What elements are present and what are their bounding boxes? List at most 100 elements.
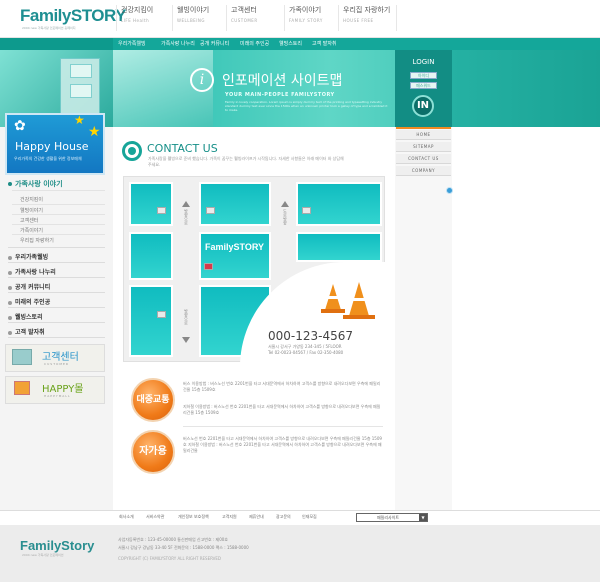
family-site-label: 패밀리사이트 [377,515,400,520]
gnav-label: 건강지킴이 [121,6,154,14]
gnav-label: 고객센터 [231,6,257,14]
gnav-sublabel: LIFE Health [121,18,150,23]
sidebar-subitem[interactable]: 건강지킴이 [20,196,43,203]
sidebar-section-title[interactable]: 가족사랑 이야기 [8,179,63,189]
happy-mall-title: HAPPY몰 [42,384,84,395]
car-marker [206,207,215,214]
gnav-label: 가족이야기 [289,6,322,14]
gnav-item-house[interactable]: 우리집 자랑하기 HOUSE FREE [338,5,398,31]
sidebar-item-label: 웰빙스토리 [15,314,43,321]
sidebar-subitem[interactable]: 가족이야기 [20,227,43,234]
subnav-item-future[interactable]: 미래의 주인공 [240,40,269,47]
building-window [70,64,92,78]
customer-center-subtitle: CUSTOMER [44,362,69,366]
subnav-item-story[interactable]: 웰빙스토리 [279,40,302,47]
family-site-select[interactable]: 패밀리사이트 ▼ [356,513,428,522]
bus-directions: 버스 이용방법 : 버스노선 번호 2201번을 타고 서대문역에서 하차하여 … [183,381,381,392]
subnav-item-footprint[interactable]: 고객 발자취 [312,40,337,47]
contact-phone: 000-123-4567 [268,329,354,343]
map-block [129,182,173,226]
scroll-top-icon[interactable] [446,187,453,194]
sidebar-subitem[interactable]: 우리집 자랑하기 [20,237,54,244]
quick-sitemap-button[interactable]: SITEMAP [396,142,451,152]
quick-menu [395,127,452,510]
sidebar-item-story[interactable]: 웰빙스토리 [8,312,43,321]
subnav-item-love[interactable]: 가족사랑 나누리 [161,40,195,47]
map-building-label: FamilySTORY [205,242,265,252]
sidebar-subitem[interactable]: 웰빙이야기 [20,207,43,214]
divider [8,247,105,248]
arrow-up-icon [182,201,190,207]
bullet-icon [8,182,12,186]
map-block [129,285,173,357]
quick-menu-accent [396,127,451,129]
sidebar-item-label: 고객 발자취 [15,329,45,336]
footer-link[interactable]: 제휴안내 [249,514,264,520]
section-title-text: 가족사랑 이야기 [15,180,63,188]
footer-link[interactable]: 개인정보 보호정책 [178,514,209,520]
divider [8,262,105,263]
target-icon-center [128,147,136,155]
map-block [296,232,382,262]
contact-tel-fax: Tel 02-0023-04567 / Fax 02-350-4080 [268,350,344,355]
footer-link[interactable]: 회사소개 [119,514,134,520]
footer-address: 서울시 강남구 강남동 33-40 5F 전화문의 : 1588-0000 팩스… [118,545,249,550]
banner-title: 인포메이션 사이트맵 [222,73,343,89]
sidebar-item-footprint[interactable]: 고객 발자취 [8,327,45,336]
footer-link[interactable]: 서비스약관 [146,514,164,520]
divider [8,292,105,293]
gnav-item-health[interactable]: 건강지킴이 LIFE Health [116,5,153,31]
sidebar-subitem[interactable]: 고객센터 [20,217,38,224]
footer-link[interactable]: 인재모집 [302,514,317,520]
sidebar-item-label: 공개 커뮤니티 [15,284,51,291]
bullet-icon [8,270,12,275]
happy-house-title: Happy House [15,140,89,153]
right-blank-area [452,127,600,510]
subnav-item-community[interactable]: 공개 커뮤니티 [200,40,229,47]
login-button[interactable]: IN [412,95,434,117]
arrow-up-icon [281,201,289,207]
divider [183,426,383,427]
road-label: 방향으로 [184,309,189,325]
login-password-field[interactable]: 패스워드 [410,82,437,89]
gnav-sublabel: HOUSE FREE [343,18,374,23]
quick-company-button[interactable]: COMPANY [396,166,451,176]
gnav-item-customer[interactable]: 고객센터 CUSTOMER [226,5,258,31]
sidebar-item-community[interactable]: 공개 커뮤니티 [8,282,50,291]
road-label: 도로방향 [283,209,288,225]
cone-base [343,315,375,319]
footer-copyright: COPYRIGHT (C) FAMILYSTORY ALL RIGHT RESE… [118,556,222,561]
contact-title: CONTACT US [147,142,218,155]
sidebar-item-wellbeing[interactable]: 우리가족웰빙 [8,252,48,261]
happy-house-subtitle: 우리가족의 건강한 생활을 위한 정보매체 [14,156,82,161]
car-directions: 버스노선 번호 2201번을 타고 서대문역에서 하차하여 고객스를 방향으로 … [183,436,382,453]
banner-right [452,50,600,127]
divider [12,214,105,215]
banner-description: Family in lovely cooperation. Lorem ipsu… [225,100,388,112]
subnav-item-wellbeing[interactable]: 우리가족웰빙 [118,40,146,47]
gnav-item-family[interactable]: 가족이야기 FAMILY STORY [284,5,323,31]
sidebar-item-future[interactable]: 미래의 주인공 [8,297,50,306]
login-id-field[interactable]: 아이디 [410,72,437,79]
star-icon: ★ [88,124,101,140]
quick-home-button[interactable]: HOME [396,130,451,140]
sidebar-item-love[interactable]: 가족사랑 나누리 [8,267,56,276]
footer-link[interactable]: 고객지원 [222,514,237,520]
destination-marker [204,263,213,270]
footer-link[interactable]: 광고문의 [276,514,291,520]
gnav-sublabel: FAMILY STORY [289,18,323,23]
site-logo[interactable]: FamilySTORY [20,6,126,26]
sub-navigation-left [0,38,113,50]
gnav-sublabel: CUSTOMER [231,18,258,23]
happy-mall-subtitle: HAPPYMALL [44,394,71,398]
bullet-icon [8,330,12,335]
car-marker [157,207,166,214]
bullet-icon [8,315,12,320]
footer [0,525,600,582]
logo-tagline: 2004 new 가족사랑 인포메이션 홈페이지 [22,26,76,30]
gnav-item-wellbeing[interactable]: 웰빙이야기 WELLBEING [172,5,209,31]
quick-contact-button[interactable]: CONTACT US [396,154,451,164]
divider [8,322,105,323]
chevron-down-icon: ▼ [419,514,427,521]
divider [12,190,105,191]
